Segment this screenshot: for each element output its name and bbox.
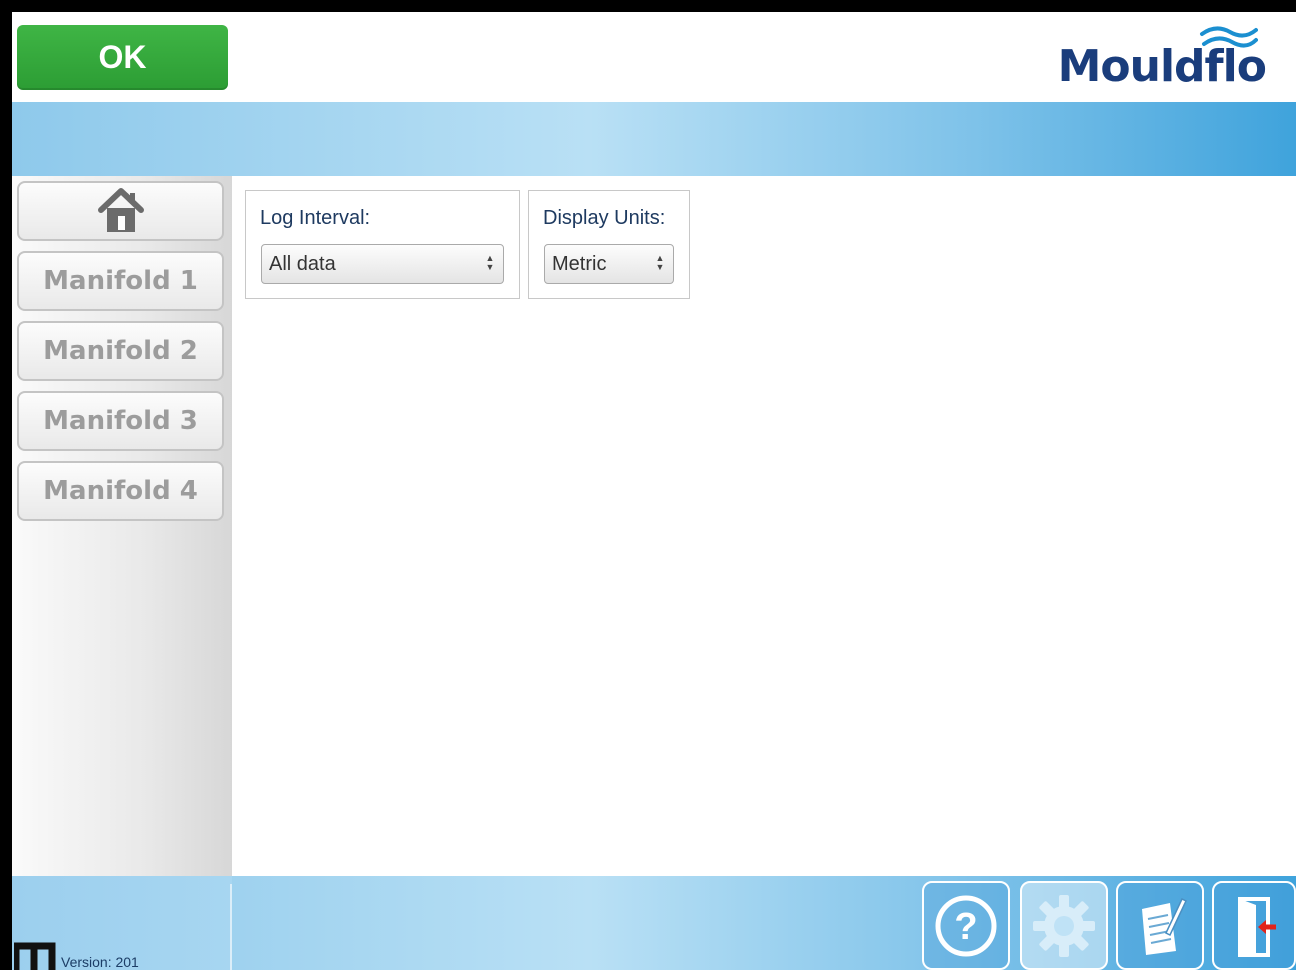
display-units-value: Metric [552, 253, 607, 275]
ok-button[interactable]: OK [17, 25, 228, 90]
help-button[interactable]: ? [922, 881, 1010, 970]
app-window: OK Mouldflo Manifold 1 Manifold 2 Manifo… [12, 12, 1296, 970]
footer: Version: 201 ? [12, 876, 1296, 970]
help-icon: ? [935, 895, 997, 956]
footer-divider [230, 884, 232, 970]
display-units-select[interactable]: Metric ▲ ▼ [544, 244, 674, 284]
sidebar: Manifold 1 Manifold 2 Manifold 3 Manifol… [12, 176, 232, 876]
select-arrows-icon: ▲ ▼ [655, 253, 665, 272]
version-label: Version: 201 [61, 954, 139, 970]
home-button[interactable] [17, 181, 224, 241]
footer-version-area: Version: 201 [12, 876, 232, 970]
log-interval-value: All data [269, 253, 336, 275]
notes-icon [1142, 897, 1187, 955]
notes-button[interactable] [1116, 881, 1204, 970]
title-banner [12, 102, 1296, 176]
sidebar-item-manifold-4[interactable]: Manifold 4 [17, 461, 224, 521]
log-interval-select[interactable]: All data ▲ ▼ [261, 244, 504, 284]
log-interval-group: Log Interval: All data ▲ ▼ [245, 190, 520, 299]
log-interval-label: Log Interval: [260, 207, 371, 229]
logo-text: Mouldflo [1057, 41, 1267, 92]
exit-icon [1238, 896, 1276, 957]
select-arrows-icon: ▲ ▼ [485, 253, 495, 272]
display-units-label: Display Units: [543, 207, 666, 229]
sidebar-item-manifold-3[interactable]: Manifold 3 [17, 391, 224, 451]
display-units-group: Display Units: Metric ▲ ▼ [528, 190, 690, 299]
gear-icon [1033, 894, 1095, 957]
m-logo-icon [14, 942, 56, 970]
main-content: Log Interval: All data ▲ ▼ Display Units:… [232, 176, 1296, 876]
svg-text:?: ? [954, 906, 977, 948]
home-icon [97, 188, 144, 232]
header: OK Mouldflo [12, 12, 1296, 102]
sidebar-item-manifold-1[interactable]: Manifold 1 [17, 251, 224, 311]
sidebar-item-manifold-2[interactable]: Manifold 2 [17, 321, 224, 381]
settings-button[interactable] [1020, 881, 1108, 970]
exit-button[interactable] [1212, 881, 1296, 970]
mouldflo-logo: Mouldflo [1046, 24, 1267, 94]
